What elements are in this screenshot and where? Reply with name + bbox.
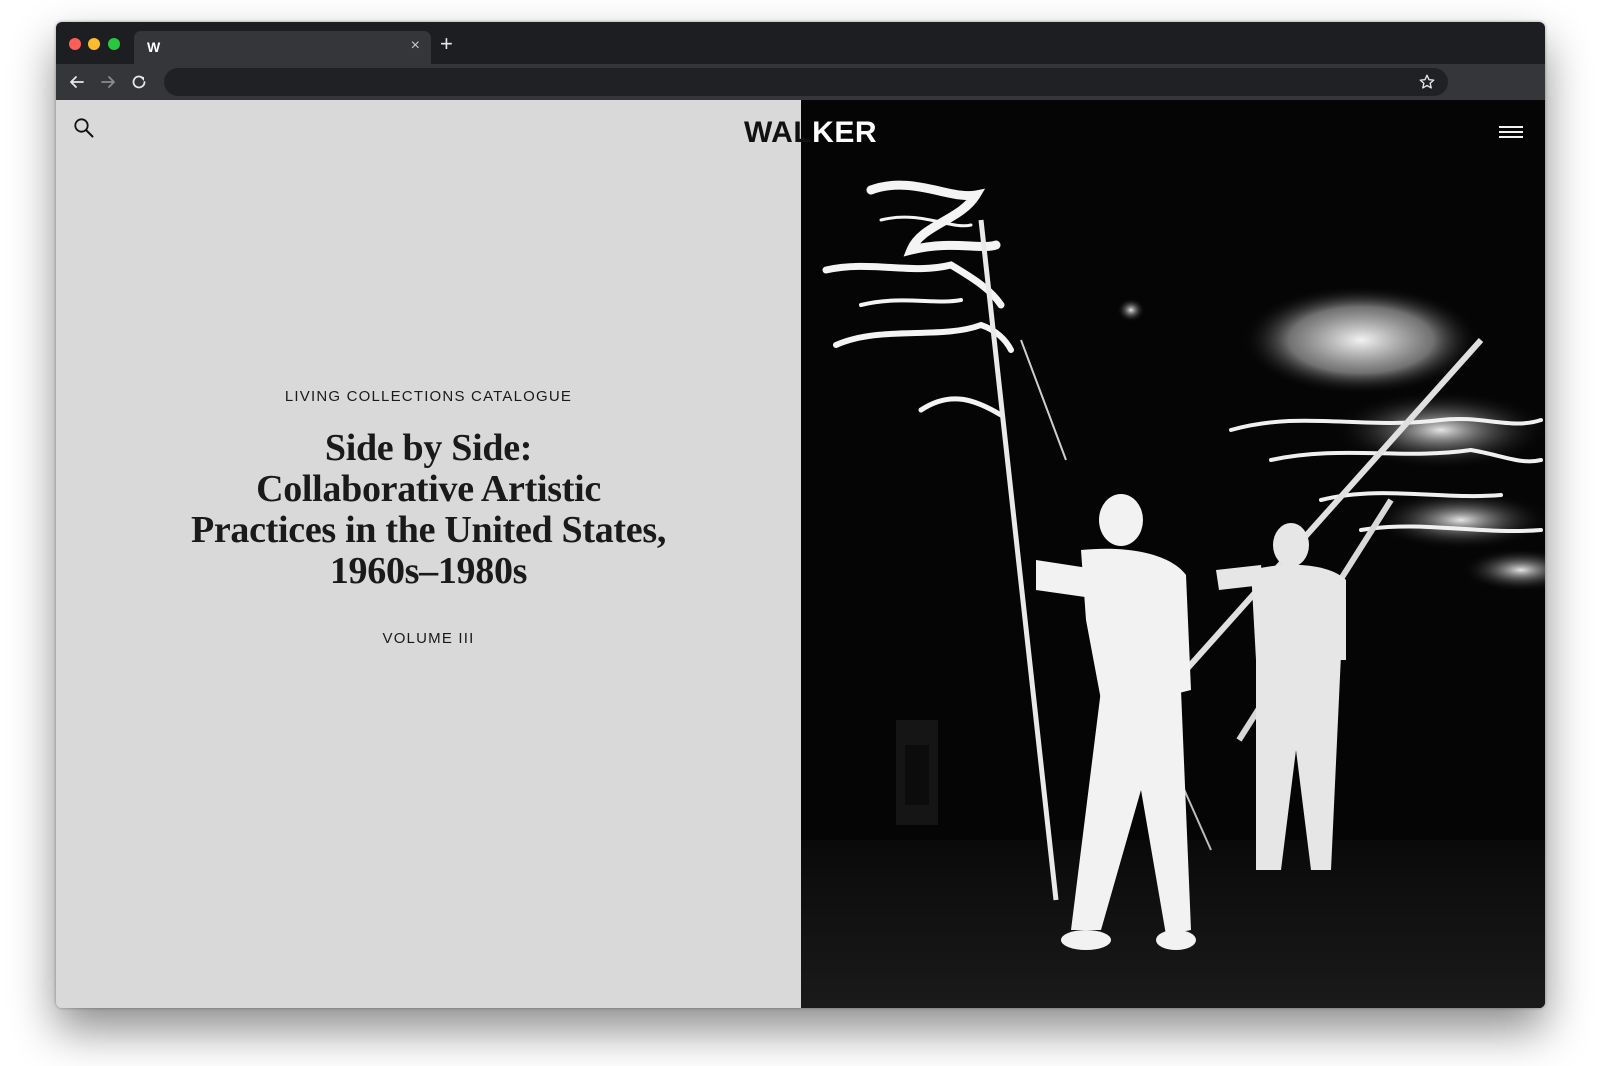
page-title: Side by Side: Collaborative Artistic Pra… <box>136 428 721 592</box>
hamburger-menu-icon[interactable] <box>1499 126 1523 140</box>
window-close-button[interactable] <box>69 38 81 50</box>
address-bar[interactable] <box>164 68 1448 96</box>
logo-text-left: WAL <box>744 116 813 149</box>
title-line: Side by Side: <box>324 427 533 469</box>
back-arrow-icon[interactable] <box>67 72 87 92</box>
forward-arrow-icon[interactable] <box>98 72 118 92</box>
menu-bar <box>1499 131 1523 133</box>
reload-icon[interactable] <box>129 72 149 92</box>
browser-titlebar: W × + <box>56 22 1545 64</box>
catalogue-eyebrow: LIVING COLLECTIONS CATALOGUE <box>284 388 573 405</box>
window-minimize-button[interactable] <box>88 38 100 50</box>
volume-label: VOLUME III <box>382 630 475 647</box>
logo-text-right: KER <box>812 116 877 149</box>
browser-tab[interactable]: W × <box>134 31 431 64</box>
tab-close-icon[interactable]: × <box>411 38 420 54</box>
search-icon[interactable] <box>72 116 96 140</box>
menu-bar <box>1499 136 1523 138</box>
hero-photo-panel <box>801 100 1545 1008</box>
star-icon[interactable] <box>1418 73 1436 91</box>
browser-window: W × + LIVING COLLECTIONS CATALOGUE Side … <box>56 22 1545 1008</box>
performance-photo-image <box>801 100 1545 1008</box>
title-line: Practices in the United States, <box>190 509 667 551</box>
menu-bar <box>1499 126 1523 128</box>
new-tab-button[interactable]: + <box>440 33 453 55</box>
hero-text-panel: LIVING COLLECTIONS CATALOGUE Side by Sid… <box>56 100 801 1008</box>
window-maximize-button[interactable] <box>108 38 120 50</box>
title-line: 1960s–1980s <box>329 550 528 592</box>
tab-favicon-icon: W <box>147 39 161 55</box>
browser-toolbar <box>56 64 1545 100</box>
address-input[interactable] <box>182 72 1382 92</box>
title-line: Collaborative Artistic <box>256 468 601 510</box>
walker-logo[interactable]: WALKER <box>744 115 894 151</box>
page-content: LIVING COLLECTIONS CATALOGUE Side by Sid… <box>56 100 1545 1008</box>
